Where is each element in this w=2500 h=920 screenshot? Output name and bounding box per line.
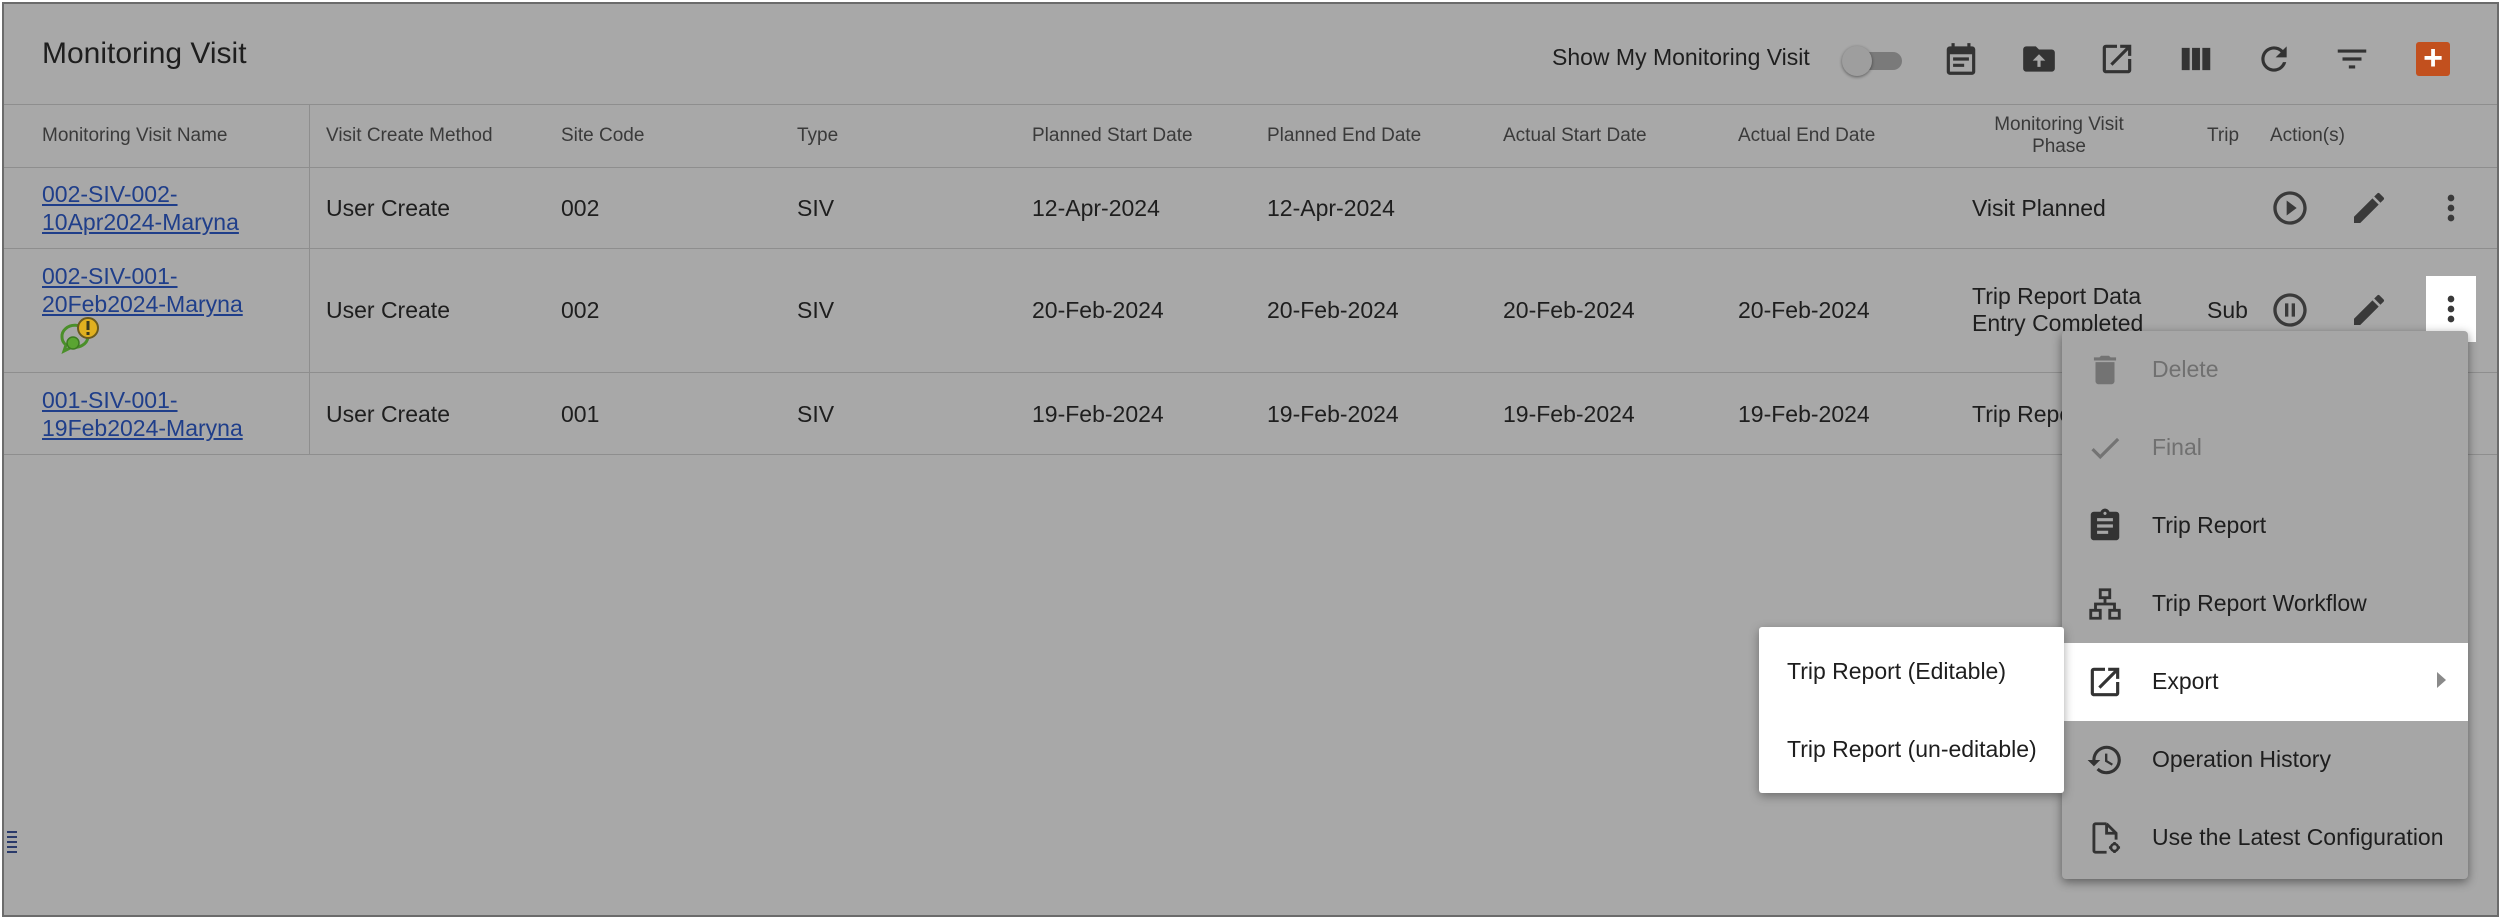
col-header-phase-line2: Phase — [2032, 136, 2086, 157]
menu-item-delete[interactable]: Delete — [2062, 331, 2468, 409]
menu-item-label: Trip Report Workflow — [2152, 590, 2367, 616]
cell-planned-start: 12-Apr-2024 — [1032, 195, 1160, 221]
drag-handle-icon[interactable] — [6, 828, 20, 856]
visit-name-line1: 001-SIV-001- — [42, 387, 178, 413]
visit-name-line2: 20Feb2024-Maryna — [42, 291, 243, 317]
cell-type: SIV — [797, 401, 835, 427]
menu-item-export[interactable]: Export — [2062, 643, 2468, 721]
visit-name-line2: 19Feb2024-Maryna — [42, 415, 243, 441]
export-editable-option[interactable]: Trip Report (Editable) — [1759, 632, 2064, 710]
visit-name-line1: 002-SIV-002- — [42, 181, 178, 207]
submenu-item-label: Trip Report (un-editable) — [1787, 736, 2037, 762]
add-button[interactable]: + — [2416, 39, 2450, 77]
visit-name-line1: 002-SIV-001- — [42, 263, 178, 289]
open-external-icon[interactable] — [2098, 40, 2136, 78]
menu-item-label: Delete — [2152, 356, 2219, 382]
cell-planned-end: 19-Feb-2024 — [1267, 401, 1399, 427]
col-header-method[interactable]: Visit Create Method — [326, 125, 493, 147]
col-header-site[interactable]: Site Code — [561, 125, 644, 147]
cell-method: User Create — [326, 401, 450, 427]
col-header-type[interactable]: Type — [797, 125, 838, 147]
more-vert-icon — [2447, 295, 2455, 323]
cell-planned-end: 12-Apr-2024 — [1267, 195, 1395, 221]
visit-name-line2: 10Apr2024-Maryna — [42, 209, 239, 235]
col-header-phase[interactable]: Monitoring Visit Phase — [1949, 114, 2169, 158]
filter-icon[interactable] — [2333, 40, 2371, 78]
workflow-icon — [2086, 585, 2124, 623]
menu-item-trip-report-workflow[interactable]: Trip Report Workflow — [2062, 565, 2468, 643]
col-header-trip[interactable]: Trip — [2207, 125, 2239, 147]
show-my-visits-toggle[interactable] — [1842, 44, 1904, 76]
submenu-item-label: Trip Report (Editable) — [1787, 658, 2007, 684]
check-icon — [2086, 429, 2124, 467]
cell-planned-end: 20-Feb-2024 — [1267, 297, 1399, 323]
page-title: Monitoring Visit — [42, 37, 247, 70]
app-frame: Monitoring Visit Show My Monitoring Visi… — [2, 2, 2499, 917]
show-my-visits-label: Show My Monitoring Visit — [1552, 44, 1810, 70]
cell-phase: Visit Planned — [1972, 195, 2106, 221]
history-icon — [2086, 741, 2124, 779]
menu-item-label: Use the Latest Configuration — [2152, 824, 2444, 850]
visit-name-link[interactable]: 001-SIV-001- 19Feb2024-Maryna — [42, 386, 243, 442]
cell-phase: Trip Report Data Entry Completed — [1972, 283, 2143, 337]
menu-item-operation-history[interactable]: Operation History — [2062, 721, 2468, 799]
comment-alert-icon[interactable] — [56, 317, 100, 357]
edit-icon[interactable] — [2349, 188, 2389, 228]
more-vert-icon[interactable] — [2431, 188, 2471, 228]
cell-site: 002 — [561, 195, 600, 221]
refresh-icon[interactable] — [2255, 40, 2293, 78]
menu-item-label: Operation History — [2152, 746, 2331, 772]
add-icon: + — [2423, 39, 2443, 77]
menu-item-trip-report[interactable]: Trip Report — [2062, 487, 2468, 565]
cell-type: SIV — [797, 195, 835, 221]
trash-icon — [2086, 351, 2124, 389]
cell-site: 002 — [561, 297, 600, 323]
row-actions-menu: Delete Final Trip Report Trip Report Wor… — [2062, 331, 2468, 879]
page-header: Monitoring Visit Show My Monitoring Visi… — [4, 4, 2497, 104]
cell-phase: Trip Repo — [1972, 401, 2073, 427]
cell-actual-end: 19-Feb-2024 — [1738, 401, 1870, 427]
visit-name-link[interactable]: 002-SIV-002- 10Apr2024-Maryna — [42, 180, 239, 236]
col-header-planned-end[interactable]: Planned End Date — [1267, 125, 1421, 147]
export-submenu: Trip Report (Editable) Trip Report (un-e… — [1759, 627, 2064, 793]
menu-item-label: Final — [2152, 434, 2202, 460]
visit-name-link[interactable]: 002-SIV-001- 20Feb2024-Maryna — [42, 262, 243, 318]
menu-item-latest-config[interactable]: Use the Latest Configuration — [2062, 799, 2468, 877]
pause-circle-icon[interactable] — [2270, 290, 2310, 330]
cell-site: 001 — [561, 401, 600, 427]
col-header-actual-end[interactable]: Actual End Date — [1738, 125, 1875, 147]
col-header-planned-start[interactable]: Planned Start Date — [1032, 125, 1193, 147]
table-row: 002-SIV-002- 10Apr2024-Maryna User Creat… — [4, 167, 2497, 249]
cell-actual-end: 20-Feb-2024 — [1738, 297, 1870, 323]
cell-method: User Create — [326, 195, 450, 221]
col-header-actual-start[interactable]: Actual Start Date — [1503, 125, 1647, 147]
file-settings-icon — [2086, 819, 2124, 857]
menu-item-label: Trip Report — [2152, 512, 2267, 538]
calendar-icon[interactable] — [1942, 40, 1980, 78]
col-header-name[interactable]: Monitoring Visit Name — [42, 125, 228, 147]
submenu-arrow-icon — [2437, 672, 2446, 688]
menu-item-final[interactable]: Final — [2062, 409, 2468, 487]
cell-actual-start: 20-Feb-2024 — [1503, 297, 1635, 323]
columns-icon[interactable] — [2177, 40, 2215, 78]
play-circle-icon[interactable] — [2270, 188, 2310, 228]
edit-icon[interactable] — [2349, 290, 2389, 330]
cell-planned-start: 19-Feb-2024 — [1032, 401, 1164, 427]
cell-actual-start: 19-Feb-2024 — [1503, 401, 1635, 427]
folder-upload-icon[interactable] — [2020, 40, 2058, 78]
clipboard-icon — [2086, 507, 2124, 545]
menu-item-label: Export — [2152, 668, 2219, 694]
col-header-actions: Action(s) — [2270, 125, 2345, 146]
cell-method: User Create — [326, 297, 450, 323]
cell-trip: Sub — [2207, 297, 2248, 323]
table-header: Monitoring Visit Name Visit Create Metho… — [4, 104, 2497, 168]
cell-planned-start: 20-Feb-2024 — [1032, 297, 1164, 323]
phase-line1: Trip Report Data — [1972, 283, 2142, 309]
export-icon — [2086, 663, 2124, 701]
toggle-knob — [1842, 46, 1872, 76]
export-uneditable-option[interactable]: Trip Report (un-editable) — [1759, 710, 2064, 788]
cell-type: SIV — [797, 297, 835, 323]
col-header-phase-line1: Monitoring Visit — [1994, 114, 2124, 135]
